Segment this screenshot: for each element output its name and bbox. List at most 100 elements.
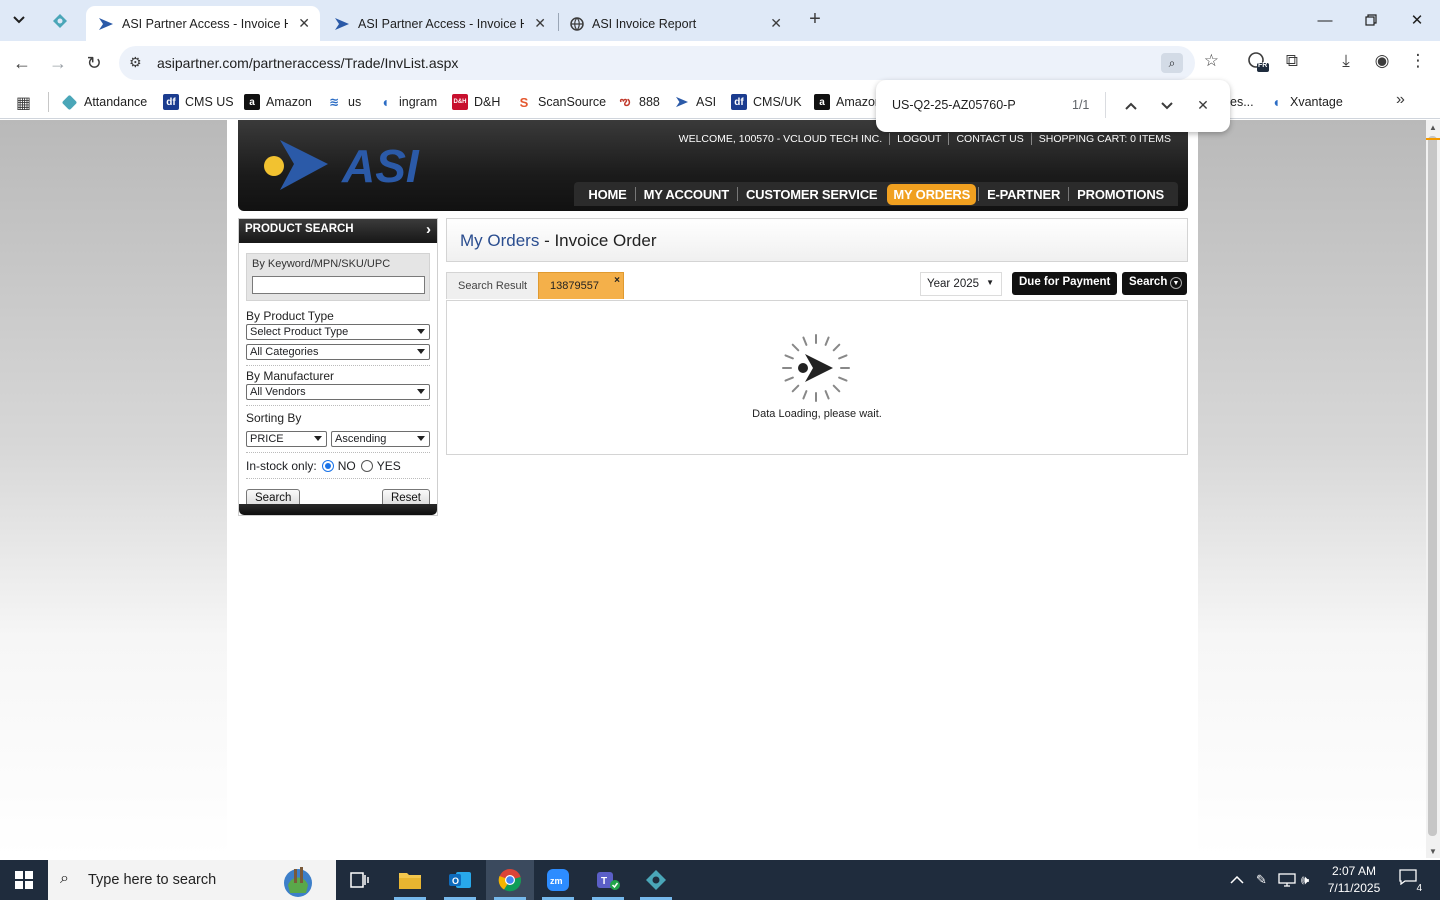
nav-divider	[736, 187, 738, 201]
instock-no-radio[interactable]	[321, 460, 334, 472]
due-for-payment-button[interactable]: Due for Payment	[1012, 272, 1118, 295]
tab-invoice-report[interactable]: ASI Invoice Report ✕	[558, 6, 792, 41]
tab-close-icon[interactable]: ✕	[534, 15, 546, 32]
page-scrollbar[interactable]: ▲ ▼	[1426, 120, 1440, 858]
back-icon[interactable]: ←	[8, 49, 36, 77]
bookmark-888[interactable]: ఌ 888	[617, 92, 660, 112]
contact-us-link[interactable]: CONTACT US	[948, 133, 1030, 145]
notification-center-icon[interactable]: 4	[1396, 869, 1422, 894]
asi-logo[interactable]: ASI	[262, 134, 462, 198]
my-orders-link[interactable]: My Orders	[460, 231, 539, 250]
nav-promotions[interactable]: PROMOTIONS	[1071, 184, 1170, 205]
volume-icon[interactable]: 🕪	[1301, 860, 1309, 900]
menu-kebab-icon[interactable]: ⋮	[1406, 51, 1430, 71]
close-window-icon[interactable]: ✕	[1394, 6, 1440, 34]
bookmark-dh[interactable]: D&H D&H	[452, 92, 500, 112]
bookmark-label: D&H	[474, 95, 501, 109]
url-text[interactable]: asipartner.com/partneraccess/Trade/InvLi…	[157, 55, 458, 71]
bookmark-xvantage[interactable]: ◖ Xvantage	[1268, 92, 1343, 112]
pinned-tab[interactable]	[46, 8, 74, 34]
bookmark-cms-uk[interactable]: df CMS/UK	[731, 92, 802, 112]
keyword-input[interactable]	[252, 276, 425, 294]
product-search-header[interactable]: PRODUCT SEARCH ›	[239, 219, 437, 243]
divider	[246, 478, 430, 479]
bookmark-label: ASI	[696, 95, 717, 109]
teams-icon[interactable]: T	[584, 860, 632, 900]
divider	[246, 452, 430, 453]
find-input[interactable]: US-Q2-25-AZ05760-P	[892, 98, 1016, 112]
bookmark-us[interactable]: ≋ us	[326, 92, 361, 112]
new-tab-button[interactable]: +	[804, 8, 826, 32]
zoom-icon[interactable]: zm	[534, 860, 582, 900]
scroll-up-icon[interactable]: ▲	[1429, 123, 1437, 132]
bookmark-truncated[interactable]: es...	[1230, 92, 1254, 112]
scrollbar-thumb[interactable]	[1428, 136, 1437, 836]
product-type-select[interactable]: Select Product Type	[246, 324, 430, 340]
profile-icon[interactable]: ◉	[1370, 51, 1394, 71]
find-next-icon[interactable]	[1156, 94, 1178, 116]
taskbar-search-placeholder: Type here to search	[88, 872, 217, 888]
sort-order-select[interactable]: Ascending	[331, 431, 430, 447]
bookmark-attandance[interactable]: Attandance	[61, 92, 148, 112]
tab-invoice-history-2[interactable]: ASI Partner Access - Invoice His ✕	[322, 6, 556, 41]
tab-invoice-13879557[interactable]: 13879557 ×	[538, 272, 624, 299]
taskbar-search-box[interactable]: ⌕ Type here to search	[48, 860, 336, 900]
apps-grid-icon[interactable]: ▦	[16, 93, 31, 113]
forward-icon[interactable]: →	[44, 49, 72, 77]
bookmark-asi[interactable]: ASI	[674, 92, 716, 112]
address-bar[interactable]: ⚙ asipartner.com/partneraccess/Trade/Inv…	[119, 46, 1219, 80]
tab-close-icon[interactable]: ×	[614, 275, 620, 286]
bookmark-amazon[interactable]: a Amazon	[244, 92, 312, 112]
tab-search-result[interactable]: Search Result	[446, 272, 540, 299]
tab-close-icon[interactable]: ✕	[298, 15, 310, 32]
tab-close-icon[interactable]: ✕	[770, 15, 782, 32]
year-select[interactable]: Year 2025 ▼	[920, 272, 1002, 296]
extensions-puzzle-icon[interactable]: ⧉	[1280, 51, 1304, 71]
nav-my-account[interactable]: MY ACCOUNT	[638, 184, 735, 205]
search-dropdown-button[interactable]: Search ▼	[1122, 272, 1187, 295]
scroll-down-icon[interactable]: ▼	[1429, 847, 1437, 856]
nav-divider	[634, 187, 636, 201]
show-hidden-icons[interactable]	[1230, 860, 1244, 900]
extension-translate-icon[interactable]: FR	[1246, 51, 1270, 78]
bookmark-amazon-2[interactable]: a Amazon	[814, 92, 882, 112]
nav-my-orders[interactable]: MY ORDERS	[887, 183, 977, 205]
app-diamond-icon[interactable]	[632, 860, 680, 900]
manufacturer-select[interactable]: All Vendors	[246, 384, 430, 400]
nav-e-partner[interactable]: E-PARTNER	[981, 184, 1066, 205]
outlook-icon[interactable]: O	[436, 860, 484, 900]
bookmark-scansource[interactable]: S ScanSource	[516, 92, 606, 112]
bookmark-ingram[interactable]: ◖ ingram	[377, 92, 437, 112]
more-bookmarks-icon[interactable]: »	[1396, 91, 1405, 109]
instock-no-label: NO	[337, 459, 356, 473]
chevron-right-icon[interactable]: ›	[426, 221, 431, 238]
bookmark-label: Attandance	[84, 95, 148, 109]
download-icon[interactable]: ⤓	[1334, 51, 1358, 71]
chrome-icon[interactable]	[486, 860, 534, 900]
restore-icon[interactable]	[1348, 6, 1394, 34]
minimize-icon[interactable]: —	[1302, 6, 1348, 34]
sort-field-select[interactable]: PRICE	[246, 431, 327, 447]
tab-invoice-history-1[interactable]: ASI Partner Access - Invoice His ✕	[86, 6, 320, 41]
windows-start-icon[interactable]	[0, 860, 48, 900]
file-explorer-icon[interactable]	[386, 860, 434, 900]
find-close-icon[interactable]: ✕	[1192, 94, 1214, 116]
nav-home[interactable]: HOME	[582, 184, 632, 205]
find-previous-icon[interactable]	[1120, 94, 1142, 116]
bookmark-cms-us[interactable]: df CMS US	[163, 92, 234, 112]
system-clock[interactable]: 2:07 AM 7/11/2025	[1322, 863, 1386, 897]
task-view-icon[interactable]	[336, 860, 384, 900]
breadcrumb-separator: -	[539, 231, 555, 250]
tab-search-button[interactable]	[6, 7, 32, 33]
reload-icon[interactable]: ↻	[80, 49, 108, 77]
shopping-cart-link[interactable]: SHOPPING CART: 0 ITEMS	[1030, 133, 1178, 145]
pen-icon[interactable]: ✎	[1256, 860, 1267, 900]
logout-link[interactable]: LOGOUT	[889, 133, 948, 145]
instock-yes-radio[interactable]	[360, 460, 373, 472]
categories-select[interactable]: All Categories	[246, 344, 430, 360]
network-icon[interactable]	[1278, 860, 1296, 900]
bookmark-star-icon[interactable]: ☆	[1204, 51, 1219, 71]
site-settings-icon[interactable]: ⚙	[129, 54, 142, 71]
lens-icon[interactable]: ⌕	[1161, 53, 1183, 73]
nav-customer-service[interactable]: CUSTOMER SERVICE	[740, 184, 883, 205]
